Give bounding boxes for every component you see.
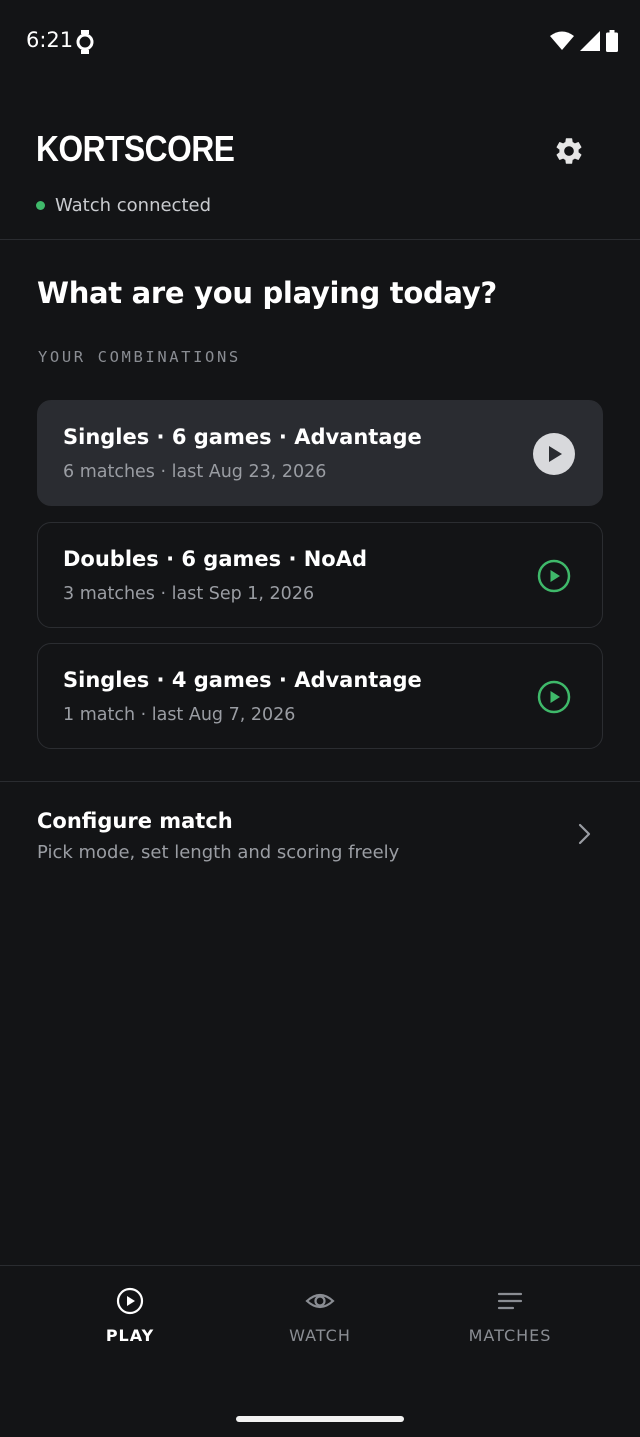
settings-button[interactable] — [548, 130, 590, 172]
nav-watch[interactable]: WATCH — [245, 1286, 395, 1345]
status-bar: 6:21 — [0, 0, 640, 84]
chevron-right-icon — [578, 823, 591, 845]
combination-title: Singles · 6 games · Advantage — [63, 425, 422, 449]
connected-dot-icon — [36, 201, 45, 210]
list-icon — [497, 1292, 523, 1310]
combination-title: Singles · 4 games · Advantage — [63, 668, 422, 692]
combination-play-button[interactable] — [532, 554, 576, 598]
play-circle-icon — [533, 433, 575, 475]
page-title: What are you playing today? — [37, 276, 497, 310]
bottom-navigation: PLAY WATCH MATCHES — [0, 1265, 640, 1437]
nav-play[interactable]: PLAY — [55, 1286, 205, 1345]
nav-label: PLAY — [105, 1326, 155, 1345]
gear-icon — [556, 138, 582, 164]
home-screen: 6:21 KORTSCORE Watch connected What are … — [0, 0, 640, 1437]
configure-match-row[interactable]: Configure match Pick mode, set length an… — [0, 782, 640, 882]
wifi-icon — [550, 31, 574, 50]
app-title: KORTSCORE — [36, 128, 235, 169]
status-icons — [550, 30, 618, 52]
configure-match-title: Configure match — [37, 809, 233, 833]
play-circle-icon — [537, 559, 571, 593]
header-divider — [0, 239, 640, 240]
watch-connection-status: Watch connected — [36, 195, 211, 216]
play-circle-icon — [537, 680, 571, 714]
combination-card[interactable]: Singles · 4 games · Advantage 1 match · … — [37, 643, 603, 749]
home-indicator[interactable] — [236, 1416, 404, 1422]
eye-icon — [305, 1293, 335, 1309]
nav-label: WATCH — [289, 1326, 351, 1345]
combination-title: Doubles · 6 games · NoAd — [63, 547, 368, 571]
combination-card[interactable]: Singles · 6 games · Advantage 6 matches … — [37, 400, 603, 506]
nav-label: MATCHES — [468, 1326, 552, 1345]
combinations-label: YOUR COMBINATIONS — [38, 348, 241, 366]
combination-subtitle: 3 matches · last Sep 1, 2026 — [63, 584, 315, 604]
battery-icon — [606, 30, 618, 52]
combination-subtitle: 1 match · last Aug 7, 2026 — [63, 705, 296, 725]
cellular-signal-icon — [580, 31, 600, 51]
play-circle-icon — [116, 1287, 144, 1315]
combination-card[interactable]: Doubles · 6 games · NoAd 3 matches · las… — [37, 522, 603, 628]
combination-play-button[interactable] — [532, 675, 576, 719]
configure-match-subtitle: Pick mode, set length and scoring freely — [37, 842, 400, 863]
smartwatch-icon — [76, 30, 94, 54]
status-time: 6:21 — [26, 28, 74, 52]
combination-subtitle: 6 matches · last Aug 23, 2026 — [63, 462, 327, 482]
combination-play-button[interactable] — [532, 432, 576, 476]
nav-matches[interactable]: MATCHES — [435, 1286, 585, 1345]
connection-label: Watch connected — [55, 195, 212, 216]
